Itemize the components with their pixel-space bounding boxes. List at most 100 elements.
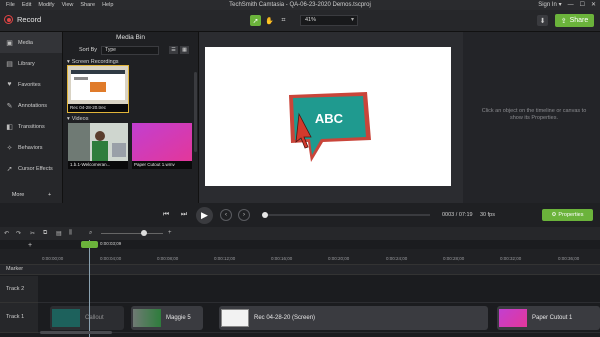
paste-icon[interactable]: ▤ [56,230,62,237]
hand-tool-icon[interactable]: ✋ [264,15,275,26]
split-icon[interactable]: ⫼ [69,230,72,237]
close-icon[interactable]: ✕ [591,1,596,8]
play-button[interactable]: ▶ [196,207,213,224]
timeline-clip-maggie[interactable]: Maggie 5 [131,306,203,330]
share-button[interactable]: ⇪ Share [555,14,594,27]
sidebar-item-cursor-effects[interactable]: ➚ Cursor Effects [0,158,62,179]
ruler-tick: 0:00:08;00 [157,256,179,261]
sort-by-select[interactable]: Type [101,45,160,55]
media-bin-scrollbar[interactable] [194,72,197,152]
step-forward-icon[interactable]: ⏭ [178,210,190,220]
ruler-tick: 0:00:16;00 [271,256,293,261]
sidebar-item-label: Transitions [18,123,45,130]
callout-text: ABC [315,111,344,126]
timeline-zoom-handle[interactable] [141,230,147,236]
cut-icon[interactable]: ✂ [30,230,35,237]
properties-hint: Click an object on the timeline or canva… [481,108,587,121]
redo-icon[interactable]: ↷ [16,230,21,237]
ruler-tick: 0:00:00;00 [42,256,64,261]
record-button[interactable]: Record [4,15,41,24]
clip-label: Rec 04-28-20 (Screen) [254,315,316,321]
timeline-zoom-slider[interactable] [101,233,163,234]
sidebar-item-transitions[interactable]: ◧ Transitions [0,116,62,137]
clip-label: Paper Cutout 1 [532,315,573,321]
transition-icon: ◧ [6,123,13,131]
playhead-time: 0:00:03;09 [100,241,122,246]
sidebar-item-label: Library [18,60,35,67]
window-title: TechSmith Camtasia - QA-06-23-2020 Demos… [229,2,371,8]
scrub-bar[interactable] [264,214,430,216]
grid-view-icon[interactable]: ▦ [180,46,190,54]
library-icon: ▤ [6,60,13,68]
previous-frame-icon[interactable]: ‹ [220,209,232,221]
track-2-header[interactable]: Track 2 [0,276,38,303]
maximize-icon[interactable]: ☐ [580,1,585,8]
videos-section[interactable]: ▾ Videos [63,114,198,123]
screen-clip-thumb [221,309,249,327]
track-1-label: Track 1 [6,314,25,320]
sidebar-item-label: Media [18,39,33,46]
minimize-icon[interactable]: — [568,2,574,8]
download-icon[interactable]: ⬇ [537,15,548,26]
more-button[interactable]: More [12,192,25,198]
timeline-clip-recording[interactable]: Rec 04-28-20 (Screen) [219,306,488,330]
add-icon[interactable]: + [48,192,51,198]
select-tool-icon[interactable]: ➚ [250,15,261,26]
callout-clip-thumb [52,309,80,327]
gear-icon: ⚙ [551,212,557,218]
next-frame-icon[interactable]: › [238,209,250,221]
sidebar-item-favorites[interactable]: ♥ Favorites [0,74,62,95]
media-thumb-video[interactable]: 1.b.1-Welcomeran... [68,123,128,169]
sign-in-link[interactable]: Sign In ▾ [538,1,561,8]
chevron-down-icon: ▾ [67,58,70,65]
sort-by-label: Sort By [79,47,98,53]
media-thumb-caption: 1.b.1-Welcomeran... [68,161,128,169]
section-label: Screen Recordings [71,58,119,65]
playhead-line[interactable] [89,240,90,337]
crop-tool-icon[interactable]: ⌗ [278,15,289,26]
ruler-tick: 0:00:04;00 [100,256,122,261]
chevron-down-icon: ▾ [67,115,70,122]
step-back-icon[interactable]: ⏮ [160,210,172,220]
list-view-icon[interactable]: ☰ [169,46,179,54]
search-icon[interactable]: ⌕ [89,230,92,237]
ruler-tick: 0:00:20;00 [328,256,350,261]
callout-graphic[interactable]: ABC [205,47,451,186]
properties-button[interactable]: ⚙ Properties [542,209,593,221]
media-thumb-recording[interactable]: Rec 04-28-20.trec [67,65,129,113]
film-icon: ▣ [6,39,13,47]
track-1-header[interactable]: Track 1 [0,303,38,333]
zoom-in-icon[interactable]: + [168,230,172,236]
scrub-handle[interactable] [262,212,268,218]
ruler-tick: 0:00:24;00 [386,256,408,261]
screen-recordings-section[interactable]: ▾ Screen Recordings [63,57,198,66]
sidebar-item-annotations[interactable]: ✎ Annotations [0,95,62,116]
ruler-tick: 0:00:12;00 [214,256,236,261]
share-label: Share [569,17,589,24]
paper-cutout-clip-thumb [499,309,527,327]
copy-icon[interactable]: ⧉ [43,230,47,237]
record-icon [4,15,13,24]
canvas-zoom-select[interactable]: 41% [300,15,358,26]
timeline-toolbar: ↶ ↷ ✂ ⧉ ▤ ⫼ ⌕ + [0,227,600,240]
playhead-handle[interactable] [81,241,98,248]
marker-track[interactable]: Marker [0,265,600,275]
track-2-label: Track 2 [6,286,25,292]
clip-label: Maggie 5 [166,315,191,321]
heart-icon: ♥ [7,81,12,88]
track-2-lane[interactable] [38,276,600,303]
preview-canvas[interactable]: ABC [205,47,451,186]
sidebar-item-label: Annotations [18,102,48,109]
add-track-icon[interactable]: + [28,242,32,249]
undo-icon[interactable]: ↶ [4,230,9,237]
timeline-scrollbar[interactable] [40,331,112,334]
sidebar-item-media[interactable]: ▣ Media [0,32,62,53]
canvas-area: ABC [199,32,463,203]
timeline-clip-paper-cutout[interactable]: Paper Cutout 1 [497,306,600,330]
time-ruler[interactable]: 0:00:00;00 0:00:04;00 0:00:08;00 0:00:12… [0,249,600,265]
timeline-clip-callout[interactable]: Callout [50,306,124,330]
sidebar-item-library[interactable]: ▤ Library [0,53,62,74]
playback-controls: ⏮ ⏭ ▶ ‹ › 0003 / 07:19 30 fps ⚙ Properti… [0,203,600,227]
sidebar-item-behaviors[interactable]: ✧ Behaviors [0,137,62,158]
media-thumb-video[interactable]: Paper Cutout 1.wmv [132,123,192,169]
